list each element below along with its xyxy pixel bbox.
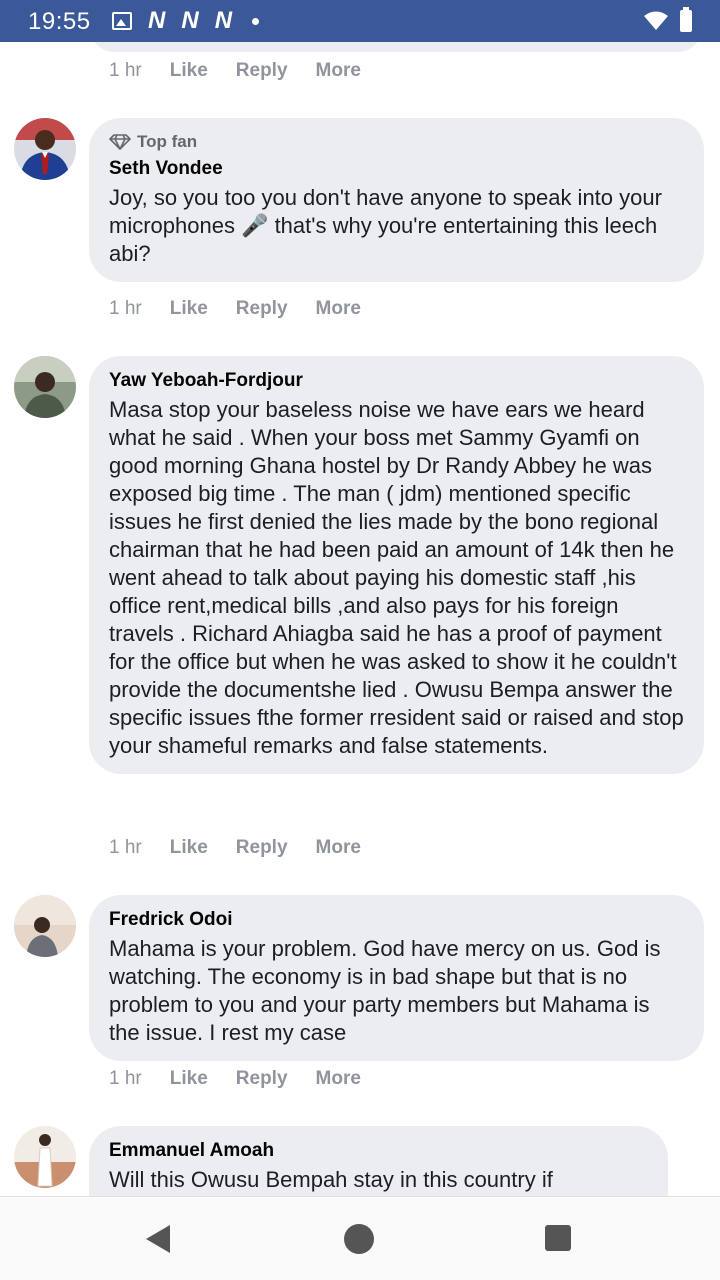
news-notification-icon: N — [214, 7, 233, 34]
yaw-yeboah-avatar-icon — [14, 356, 76, 418]
battery-icon — [680, 7, 692, 32]
comment-actions: 1 hr Like Reply More — [109, 1068, 361, 1090]
previous-comment-bubble — [90, 42, 702, 52]
avatar[interactable] — [14, 1126, 76, 1188]
more-button[interactable]: More — [316, 837, 361, 859]
back-icon[interactable] — [146, 1225, 170, 1253]
comment-author[interactable]: Emmanuel Amoah — [109, 1140, 648, 1162]
more-button[interactable]: More — [316, 60, 361, 82]
gallery-icon — [112, 12, 132, 30]
status-bar: 19:55 N N N — [0, 0, 720, 42]
more-button[interactable]: More — [316, 1068, 361, 1090]
navigation-bar — [0, 1196, 720, 1280]
avatar[interactable] — [14, 118, 76, 180]
comment-time: 1 hr — [109, 60, 142, 81]
reply-button[interactable]: Reply — [236, 60, 288, 82]
more-button[interactable]: More — [316, 298, 361, 320]
comment-bubble[interactable]: Yaw Yeboah-Fordjour Masa stop your basel… — [89, 356, 704, 774]
comment-text: Mahama is your problem. God have mercy o… — [109, 936, 661, 1045]
comment-time: 1 hr — [109, 298, 142, 319]
comment-text: Joy, so you too you don't have anyone to… — [109, 185, 662, 266]
reply-button[interactable]: Reply — [236, 1068, 288, 1090]
seth-vondee-avatar-icon — [14, 118, 76, 180]
emmanuel-amoah-avatar-icon — [14, 1126, 76, 1188]
wifi-icon — [644, 11, 668, 30]
comment-author[interactable]: Yaw Yeboah-Fordjour — [109, 370, 684, 392]
fredrick-odoi-avatar-icon — [14, 895, 76, 957]
comment-time: 1 hr — [109, 1068, 142, 1089]
diamond-icon — [109, 134, 131, 150]
reply-button[interactable]: Reply — [236, 837, 288, 859]
like-button[interactable]: Like — [170, 1068, 208, 1090]
avatar[interactable] — [14, 895, 76, 957]
news-notification-icon: N — [181, 7, 199, 34]
like-button[interactable]: Like — [170, 60, 208, 82]
more-notifications-dot-icon — [252, 17, 260, 25]
reply-button[interactable]: Reply — [236, 298, 288, 320]
badge-label: Top fan — [137, 132, 198, 151]
comment-bubble[interactable]: Top fan Seth Vondee Joy, so you too you … — [89, 118, 704, 282]
comment-time: 1 hr — [109, 837, 142, 858]
comment-author[interactable]: Fredrick Odoi — [109, 909, 684, 931]
top-fan-badge: Top fan — [109, 132, 684, 152]
like-button[interactable]: Like — [170, 837, 208, 859]
comment-bubble[interactable]: Emmanuel Amoah Will this Owusu Bempah st… — [89, 1126, 668, 1196]
previous-comment-actions: 1 hr Like Reply More — [109, 60, 361, 82]
comment-bubble[interactable]: Fredrick Odoi Mahama is your problem. Go… — [89, 895, 704, 1061]
news-notification-icon: N — [148, 7, 166, 34]
comment-actions: 1 hr Like Reply More — [109, 298, 361, 320]
avatar[interactable] — [14, 356, 76, 418]
comment-author[interactable]: Seth Vondee — [109, 158, 684, 180]
comments-feed[interactable]: 1 hr Like Reply More Top fan Seth Vondee… — [0, 42, 720, 1196]
home-icon[interactable] — [344, 1224, 374, 1254]
comment-text: Masa stop your baseless noise we have ea… — [109, 397, 684, 758]
comment-text: Will this Owusu Bempah stay in this coun… — [109, 1167, 553, 1192]
status-right-icons — [644, 7, 692, 32]
like-button[interactable]: Like — [170, 298, 208, 320]
status-time: 19:55 — [28, 8, 91, 35]
recent-apps-icon[interactable] — [545, 1225, 571, 1251]
comment-actions: 1 hr Like Reply More — [109, 837, 361, 859]
notification-icons: N N N — [112, 7, 260, 34]
